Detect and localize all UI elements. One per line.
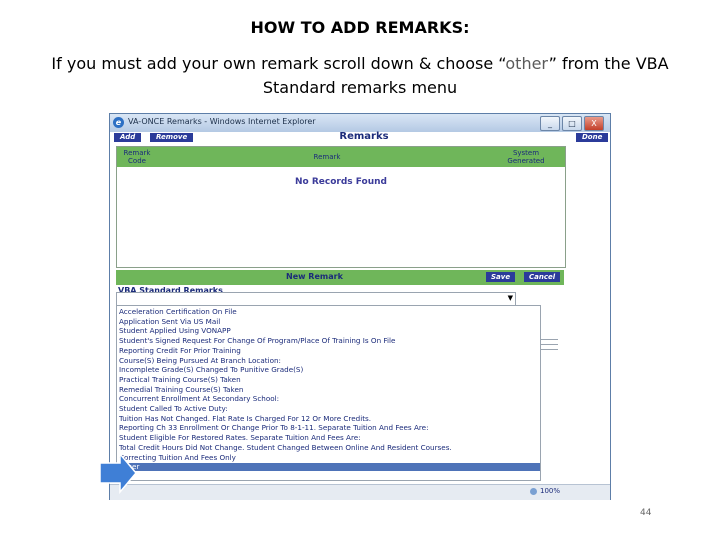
dropdown-option[interactable]: Practical Training Course(S) Taken <box>119 375 241 384</box>
browser-titlebar[interactable]: e VA-ONCE Remarks - Windows Internet Exp… <box>110 114 610 132</box>
option-other[interactable]: Other <box>117 463 540 472</box>
slide-title: HOW TO ADD REMARKS: <box>0 18 720 37</box>
dropdown-option[interactable]: Application Sent Via US Mail <box>119 317 220 326</box>
close-button[interactable]: X <box>584 116 604 131</box>
dropdown-option[interactable]: Student's Signed Request For Change Of P… <box>119 337 395 345</box>
dropdown-option[interactable]: Student Eligible For Restored Rates. Sep… <box>119 434 361 442</box>
zoom-icon[interactable] <box>530 488 537 495</box>
col-remark: Remark <box>313 153 341 161</box>
dropdown-option[interactable]: Incomplete Grade(S) Changed To Punitive … <box>119 366 303 374</box>
remarks-table: Remark Code Remark System Generated No R… <box>116 146 566 268</box>
dropdown-option[interactable]: Student Applied Using VONAPP <box>119 327 231 335</box>
side-lines <box>540 339 558 359</box>
subtitle-before: If you must add your own remark scroll d… <box>51 54 506 73</box>
status-bar: 100% <box>110 484 610 500</box>
dropdown-option[interactable]: Concurrent Enrollment At Secondary Schoo… <box>119 395 279 403</box>
slide-title-main: HOW TO ADD REMARKS <box>250 18 464 37</box>
dropdown-option[interactable]: Reporting Ch 33 Enrollment Or Change Pri… <box>119 424 429 432</box>
col-system-generated: System Generated <box>507 149 545 165</box>
zoom-level[interactable]: 100% <box>540 487 560 495</box>
dropdown-option[interactable]: Total Credit Hours Did Not Change. Stude… <box>119 443 452 452</box>
page-number: 44 <box>640 508 652 518</box>
new-remark-title: New Remark <box>286 272 343 281</box>
standard-remarks-select[interactable]: ▼ <box>116 292 516 306</box>
browser-window: e VA-ONCE Remarks - Windows Internet Exp… <box>109 113 611 500</box>
dropdown-option[interactable]: Course(S) Being Pursued At Branch Locati… <box>119 356 281 365</box>
dropdown-option[interactable]: Acceleration Certification On File <box>119 308 237 316</box>
arrow-right-icon <box>99 452 137 494</box>
app-title: Remarks <box>339 131 389 142</box>
new-remark-bar: New Remark Save Cancel <box>116 270 564 285</box>
remarks-table-header: Remark Code Remark System Generated <box>117 147 565 167</box>
slide-subtitle: If you must add your own remark scroll d… <box>30 52 690 100</box>
cancel-button[interactable]: Cancel <box>524 272 561 282</box>
save-button[interactable]: Save <box>486 272 516 282</box>
standard-remarks-dropdown[interactable]: Acceleration Certification On File Applic… <box>116 305 541 481</box>
dropdown-option[interactable]: Remedial Training Course(S) Taken <box>119 385 243 394</box>
window-title: VA-ONCE Remarks - Windows Internet Explo… <box>128 117 316 126</box>
dropdown-option[interactable]: Reporting Credit For Prior Training <box>119 346 241 355</box>
remove-button[interactable]: Remove <box>150 133 194 142</box>
maximize-button[interactable]: □ <box>562 116 582 131</box>
app-toolbar: Add Remove Remarks Done <box>114 131 609 144</box>
dropdown-option[interactable]: Tuition Has Not Changed. Flat Rate Is Ch… <box>119 414 371 423</box>
dropdown-option[interactable]: Student Called To Active Duty: <box>119 405 228 413</box>
ie-icon: e <box>113 117 124 128</box>
chevron-down-icon[interactable]: ▼ <box>508 294 513 302</box>
empty-message: No Records Found <box>295 177 387 187</box>
col-remark-code: Remark Code <box>123 149 151 165</box>
slide-title-colon: : <box>463 18 470 37</box>
subtitle-highlight: other <box>505 54 549 73</box>
done-button[interactable]: Done <box>576 133 609 142</box>
minimize-button[interactable]: _ <box>540 116 560 131</box>
add-button[interactable]: Add <box>114 133 142 142</box>
